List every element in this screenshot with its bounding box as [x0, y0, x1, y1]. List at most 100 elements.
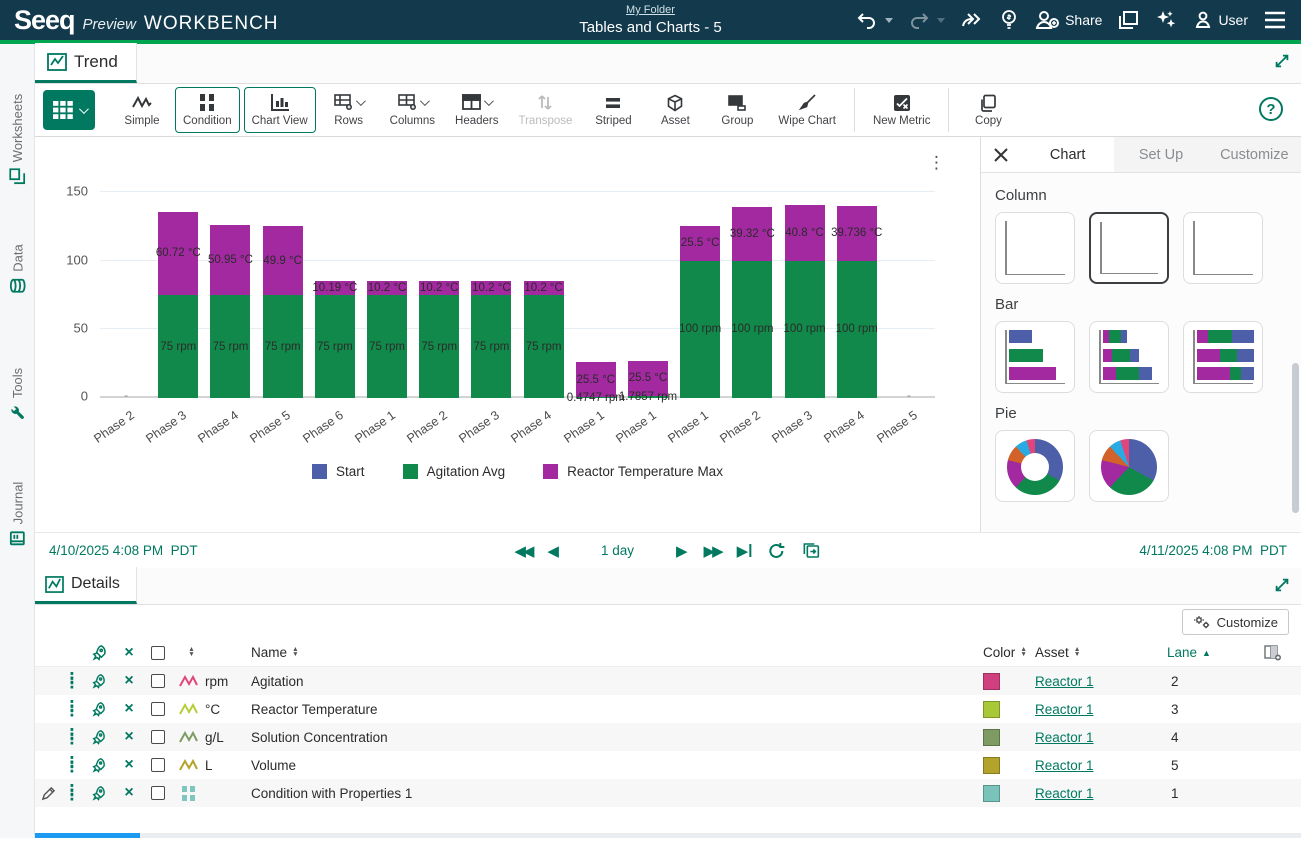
table-row[interactable]: ⋮⋮×°CReactor TemperatureReactor 13: [35, 695, 1301, 723]
table-row[interactable]: ⋮⋮×g/LSolution ConcentrationReactor 14: [35, 723, 1301, 751]
select-all-checkbox[interactable]: [151, 646, 165, 660]
segment-reactor-temperature-max[interactable]: 39.736 °C: [837, 206, 877, 261]
thumbnail-pie[interactable]: [1089, 430, 1169, 502]
redo-dropdown-icon[interactable]: [937, 18, 945, 23]
panel-tab-customize[interactable]: Customize: [1208, 137, 1301, 172]
item-name[interactable]: Solution Concentration: [251, 730, 983, 745]
segment-reactor-temperature-max[interactable]: 10.19 °C: [315, 281, 355, 295]
wipe-chart-button[interactable]: Wipe Chart: [770, 87, 844, 133]
lane-column-header[interactable]: Lane▲: [1153, 645, 1245, 660]
details-customize-button[interactable]: Customize: [1182, 609, 1289, 635]
thumbnail-bar-stacked[interactable]: [1089, 321, 1169, 393]
segment-agitation-avg[interactable]: 75 rpm: [158, 295, 198, 398]
copy-range-icon[interactable]: [802, 542, 822, 560]
segment-agitation-avg[interactable]: 75 rpm: [210, 295, 250, 398]
legend-item[interactable]: Agitation Avg: [403, 464, 506, 479]
segment-agitation-avg[interactable]: 75 rpm: [315, 295, 355, 398]
row-menu-button[interactable]: ⋮⋮: [65, 788, 80, 798]
thumbnail-column-grouped[interactable]: [995, 212, 1075, 284]
duration-label[interactable]: 1 day: [601, 543, 634, 558]
striped-button[interactable]: Striped: [584, 87, 642, 133]
color-swatch[interactable]: [983, 729, 1000, 746]
remove-all-button[interactable]: ×: [124, 644, 133, 662]
bar-phase-1[interactable]: 25.5 °C0.4747 rpm: [570, 192, 622, 398]
thumbnail-column-stacked[interactable]: [1089, 212, 1169, 284]
segment-reactor-temperature-max[interactable]: 60.72 °C: [158, 212, 198, 295]
step-forward-fast-button[interactable]: ▶▶: [704, 542, 721, 560]
sidebar-item-tools[interactable]: Tools: [0, 339, 35, 449]
panel-tab-setup[interactable]: Set Up: [1114, 137, 1207, 172]
thumbnail-pie-donut[interactable]: [995, 430, 1075, 502]
color-swatch[interactable]: [983, 785, 1000, 802]
segment-reactor-temperature-max[interactable]: 25.5 °C: [680, 226, 720, 261]
color-column-header[interactable]: Color▲▼: [983, 645, 1035, 660]
asset-link[interactable]: Reactor 1: [1035, 702, 1094, 717]
bar-phase-1[interactable]: 10.2 °C75 rpm: [361, 192, 413, 398]
bar-phase-3[interactable]: 40.8 °C100 rpm: [778, 192, 830, 398]
bar-phase-6[interactable]: 10.19 °C75 rpm: [309, 192, 361, 398]
refresh-icon[interactable]: [768, 542, 786, 560]
thumbnail-bar-grouped[interactable]: [995, 321, 1075, 393]
row-menu-button[interactable]: ⋮⋮: [65, 676, 80, 686]
segment-reactor-temperature-max[interactable]: 10.2 °C: [367, 281, 407, 295]
remove-row-button[interactable]: ×: [124, 756, 133, 774]
row-menu-button[interactable]: ⋮⋮: [65, 732, 80, 742]
asset-link[interactable]: Reactor 1: [1035, 758, 1094, 773]
sidebar-item-journal[interactable]: Journal: [0, 459, 35, 569]
item-name[interactable]: Reactor Temperature: [251, 702, 983, 717]
new-metric-button[interactable]: New Metric: [865, 87, 939, 133]
tab-details[interactable]: Details: [35, 567, 137, 604]
scrollbar-thumb[interactable]: [35, 833, 140, 838]
panel-close-button[interactable]: [981, 137, 1021, 172]
bar-phase-4[interactable]: 50.95 °C75 rpm: [204, 192, 256, 398]
table-row[interactable]: ⋮⋮×LVolumeReactor 15: [35, 751, 1301, 779]
color-swatch[interactable]: [983, 757, 1000, 774]
remove-row-button[interactable]: ×: [124, 728, 133, 746]
sort-type-button[interactable]: ▲▼: [173, 648, 205, 658]
details-expand-button[interactable]: [1273, 576, 1291, 594]
bar-phase-4[interactable]: 39.736 °C100 rpm: [831, 192, 883, 398]
asset-link[interactable]: Reactor 1: [1035, 674, 1094, 689]
step-to-end-button[interactable]: ▶: [737, 542, 752, 560]
redo-button[interactable]: [908, 10, 945, 30]
panel-tab-chart[interactable]: Chart: [1021, 137, 1114, 172]
bar-phase-1[interactable]: 25.5 °C100 rpm: [674, 192, 726, 398]
segment-reactor-temperature-max[interactable]: 10.2 °C: [419, 281, 459, 295]
thumbnail-bar-percent[interactable]: [1183, 321, 1263, 393]
tab-trend[interactable]: Trend: [35, 43, 137, 83]
table-view-dropdown-button[interactable]: [43, 90, 95, 130]
bar-phase-4[interactable]: 10.2 °C75 rpm: [518, 192, 570, 398]
row-menu-button[interactable]: ⋮⋮: [65, 760, 80, 770]
segment-agitation-avg[interactable]: 75 rpm: [419, 295, 459, 398]
ai-assistant-button[interactable]: [1154, 9, 1178, 31]
segment-reactor-temperature-max[interactable]: 10.2 °C: [524, 281, 564, 295]
item-name[interactable]: Volume: [251, 758, 983, 773]
segment-agitation-avg[interactable]: 75 rpm: [367, 295, 407, 398]
group-button[interactable]: Group: [708, 87, 766, 133]
segment-reactor-temperature-max[interactable]: 10.2 °C: [471, 281, 511, 295]
columns-dropdown-button[interactable]: Columns: [382, 87, 443, 133]
bar-phase-2[interactable]: 39.32 °C100 rpm: [726, 192, 778, 398]
row-checkbox[interactable]: [151, 786, 165, 800]
condition-button[interactable]: Condition: [175, 87, 240, 133]
rocket-icon[interactable]: [91, 673, 107, 689]
help-button[interactable]: ?: [1259, 97, 1283, 121]
color-swatch[interactable]: [983, 701, 1000, 718]
step-back-button[interactable]: ◀: [547, 542, 559, 560]
segment-agitation-avg[interactable]: 1.7857 rpm: [628, 396, 668, 398]
insight-button[interactable]: [999, 9, 1019, 31]
share-forward-button[interactable]: [960, 10, 984, 30]
bar-phase-1[interactable]: 25.5 °C1.7857 rpm: [622, 192, 674, 398]
rocket-icon[interactable]: [91, 729, 107, 745]
segment-agitation-avg[interactable]: 100 rpm: [785, 261, 825, 398]
undo-dropdown-icon[interactable]: [885, 18, 893, 23]
bar-phase-2[interactable]: 10.2 °C75 rpm: [413, 192, 465, 398]
rocket-icon[interactable]: [91, 785, 107, 801]
table-row[interactable]: ⋮⋮×Condition with Properties 1Reactor 11: [35, 779, 1301, 807]
undo-button[interactable]: [856, 10, 893, 30]
segment-reactor-temperature-max[interactable]: 49.9 °C: [263, 226, 303, 295]
row-menu-button[interactable]: ⋮⋮: [65, 704, 80, 714]
thumbnail-column-percent[interactable]: [1183, 212, 1263, 284]
legend-item[interactable]: Reactor Temperature Max: [543, 464, 723, 479]
legend-item[interactable]: Start: [312, 464, 365, 479]
